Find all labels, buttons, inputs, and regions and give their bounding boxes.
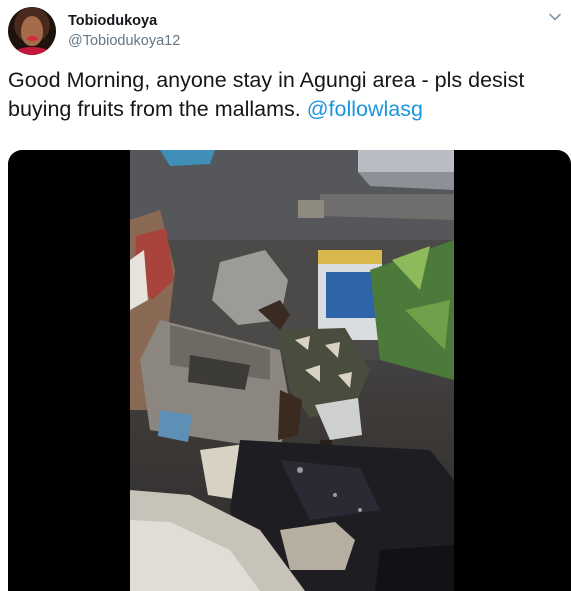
tweet-header: Tobiodukoya @Tobiodukoya12 bbox=[8, 7, 563, 55]
avatar-shoulder bbox=[12, 47, 52, 55]
avatar[interactable] bbox=[8, 7, 56, 55]
mention-link[interactable]: @followlasg bbox=[307, 97, 423, 121]
author-names: Tobiodukoya @Tobiodukoya12 bbox=[68, 12, 180, 50]
chevron-down-icon bbox=[549, 13, 561, 21]
video-frame[interactable] bbox=[130, 150, 454, 591]
user-handle[interactable]: @Tobiodukoya12 bbox=[68, 32, 180, 50]
video-player[interactable] bbox=[8, 150, 571, 591]
tweet-text: Good Morning, anyone stay in Agungi area… bbox=[8, 66, 564, 124]
tweet-body-text: Good Morning, anyone stay in Agungi area… bbox=[8, 68, 525, 121]
tweet-card: Tobiodukoya @Tobiodukoya12 Good Morning,… bbox=[0, 0, 571, 591]
avatar-lips bbox=[27, 36, 38, 41]
avatar-face bbox=[21, 16, 43, 46]
video-still bbox=[130, 150, 454, 591]
display-name[interactable]: Tobiodukoya bbox=[68, 12, 180, 30]
tweet-menu-button[interactable] bbox=[547, 9, 563, 25]
